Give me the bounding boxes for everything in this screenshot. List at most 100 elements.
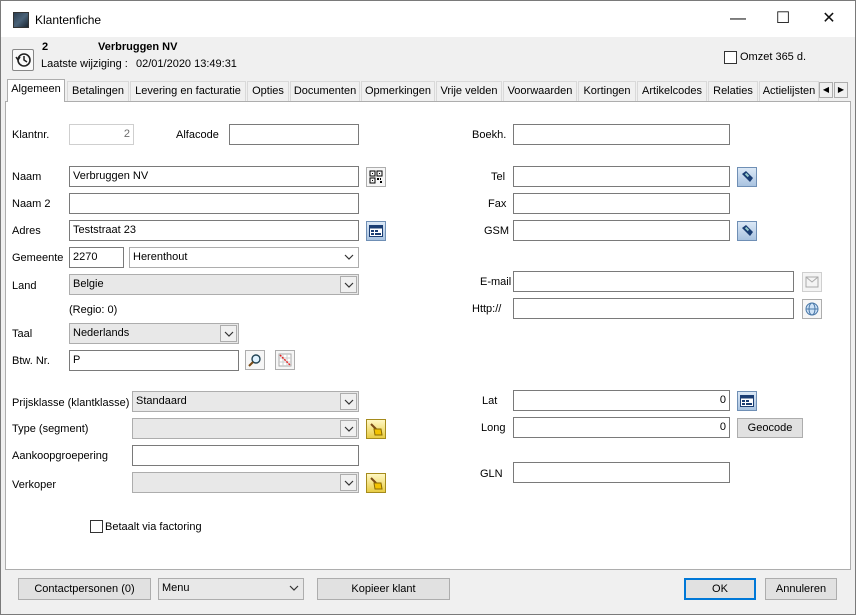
annuleren-button[interactable]: Annuleren bbox=[765, 578, 837, 600]
chevron-down-icon bbox=[340, 249, 357, 266]
contactpersonen-button[interactable]: Contactpersonen (0) bbox=[18, 578, 151, 600]
vat-check-icon[interactable] bbox=[275, 350, 295, 370]
aankoopgroepering-field[interactable] bbox=[132, 445, 359, 466]
close-button[interactable]: ✕ bbox=[806, 1, 852, 37]
email-label: E-mail bbox=[480, 276, 512, 288]
factoring-checkbox[interactable] bbox=[90, 520, 103, 533]
mail-icon[interactable] bbox=[802, 272, 822, 292]
omzet-label: Omzet 365 d. bbox=[740, 51, 807, 63]
tab-scroll-right-icon[interactable]: ▶ bbox=[834, 82, 848, 98]
btw-label: Btw. Nr. bbox=[12, 355, 50, 367]
aankoopgroepering-label: Aankoopgroepering bbox=[12, 450, 109, 462]
qr-code-icon[interactable] bbox=[366, 167, 386, 187]
phone-icon[interactable] bbox=[737, 221, 757, 241]
verkoper-select[interactable] bbox=[132, 472, 359, 493]
naam2-label: Naam 2 bbox=[12, 198, 51, 210]
gemeente-value: Herenthout bbox=[133, 251, 188, 263]
taal-select[interactable]: Nederlands bbox=[69, 323, 239, 344]
tab-artikelcodes[interactable]: Artikelcodes bbox=[637, 81, 707, 101]
adres-field[interactable]: Teststraat 23 bbox=[69, 220, 359, 241]
tab-vrije-velden[interactable]: Vrije velden bbox=[436, 81, 502, 101]
address-card-icon[interactable] bbox=[366, 221, 386, 241]
chevron-down-icon bbox=[340, 276, 357, 293]
regio-text: (Regio: 0) bbox=[69, 304, 118, 316]
kopieer-klant-button[interactable]: Kopieer klant bbox=[317, 578, 450, 600]
geocode-button[interactable]: Geocode bbox=[737, 418, 803, 438]
alfacode-field[interactable] bbox=[229, 124, 359, 145]
clear-icon[interactable] bbox=[366, 419, 386, 439]
tab-kortingen[interactable]: Kortingen bbox=[578, 81, 636, 101]
fax-label: Fax bbox=[488, 198, 507, 210]
tab-algemeen[interactable]: Algemeen bbox=[7, 79, 65, 102]
maximize-button[interactable]: ☐ bbox=[760, 1, 806, 37]
naam2-field[interactable] bbox=[69, 193, 359, 214]
address-card-icon[interactable] bbox=[737, 391, 757, 411]
tab-bar: Algemeen Betalingen Levering en facturat… bbox=[5, 79, 851, 102]
menu-value: Menu bbox=[162, 582, 190, 594]
history-icon[interactable] bbox=[12, 49, 34, 71]
chevron-down-icon bbox=[285, 580, 302, 597]
naam-field[interactable]: Verbruggen NV bbox=[69, 166, 359, 187]
title-bar: Klantenfiche — ☐ ✕ bbox=[1, 1, 855, 37]
clear-icon[interactable] bbox=[366, 473, 386, 493]
boekh-label: Boekh. bbox=[472, 129, 507, 141]
gsm-label: GSM bbox=[484, 225, 510, 237]
prijsklasse-select[interactable]: Standaard bbox=[132, 391, 359, 412]
window-title: Klantenfiche bbox=[35, 13, 102, 27]
adres-label: Adres bbox=[12, 225, 41, 237]
naam-label: Naam bbox=[12, 171, 42, 183]
tab-opmerkingen[interactable]: Opmerkingen bbox=[361, 81, 435, 101]
tab-actielijsten[interactable]: Actielijsten bbox=[759, 81, 819, 101]
boekh-field[interactable] bbox=[513, 124, 730, 145]
long-field[interactable]: 0 bbox=[513, 417, 730, 438]
lat-label: Lat bbox=[482, 395, 498, 407]
tab-levering[interactable]: Levering en facturatie bbox=[130, 81, 246, 101]
email-field[interactable] bbox=[513, 271, 794, 292]
factoring-label: Betaalt via factoring bbox=[105, 521, 202, 533]
verkoper-label: Verkoper bbox=[12, 479, 57, 491]
chevron-down-icon bbox=[340, 393, 357, 410]
tab-relaties[interactable]: Relaties bbox=[708, 81, 758, 101]
land-value: Belgie bbox=[73, 278, 104, 290]
alfacode-label: Alfacode bbox=[176, 129, 219, 141]
chevron-down-icon bbox=[220, 325, 237, 342]
customer-name: Verbruggen NV bbox=[98, 41, 178, 53]
omzet-checkbox[interactable] bbox=[724, 51, 737, 64]
tab-opties[interactable]: Opties bbox=[247, 81, 289, 101]
http-label: Http:// bbox=[472, 303, 502, 315]
http-field[interactable] bbox=[513, 298, 794, 319]
search-icon[interactable] bbox=[245, 350, 265, 370]
postcode-field[interactable]: 2270 bbox=[69, 247, 124, 268]
tab-scroll-left-icon[interactable]: ◀ bbox=[819, 82, 833, 98]
fax-field[interactable] bbox=[513, 193, 730, 214]
gln-field[interactable] bbox=[513, 462, 730, 483]
record-header: 2 Verbruggen NV Laatste wijziging : 02/0… bbox=[1, 37, 855, 77]
tab-betalingen[interactable]: Betalingen bbox=[67, 81, 129, 101]
menu-select[interactable]: Menu bbox=[158, 578, 304, 600]
lat-field[interactable]: 0 bbox=[513, 390, 730, 411]
prijsklasse-value: Standaard bbox=[136, 395, 187, 407]
chevron-down-icon bbox=[340, 420, 357, 437]
globe-icon[interactable] bbox=[802, 299, 822, 319]
phone-icon[interactable] bbox=[737, 167, 757, 187]
tab-panel-algemeen: Klantnr. 2 Alfacode Naam Verbruggen NV N… bbox=[5, 101, 851, 570]
gsm-field[interactable] bbox=[513, 220, 730, 241]
tel-field[interactable] bbox=[513, 166, 730, 187]
type-label: Type (segment) bbox=[12, 423, 89, 435]
customer-number: 2 bbox=[42, 41, 49, 53]
tab-voorwaarden[interactable]: Voorwaarden bbox=[503, 81, 577, 101]
tab-documenten[interactable]: Documenten bbox=[290, 81, 360, 101]
last-modified-value: 02/01/2020 13:49:31 bbox=[136, 58, 237, 70]
minimize-button[interactable]: — bbox=[715, 1, 761, 37]
klantnr-field[interactable]: 2 bbox=[69, 124, 134, 145]
land-select[interactable]: Belgie bbox=[69, 274, 359, 295]
taal-value: Nederlands bbox=[73, 327, 130, 339]
type-select[interactable] bbox=[132, 418, 359, 439]
land-label: Land bbox=[12, 280, 37, 292]
taal-label: Taal bbox=[12, 328, 33, 340]
btw-field[interactable]: P bbox=[69, 350, 239, 371]
gemeente-select[interactable]: Herenthout bbox=[129, 247, 359, 268]
tel-label: Tel bbox=[491, 171, 506, 183]
prijsklasse-label: Prijsklasse (klantklasse) bbox=[12, 397, 130, 409]
ok-button[interactable]: OK bbox=[684, 578, 756, 600]
